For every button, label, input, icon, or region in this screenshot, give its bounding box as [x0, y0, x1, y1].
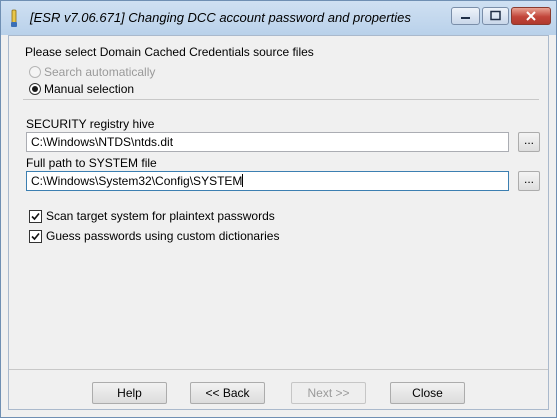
security-hive-browse-button[interactable]: ...	[518, 132, 540, 152]
radio-search-automatically[interactable]	[29, 66, 41, 78]
security-hive-label: SECURITY registry hive	[26, 117, 155, 131]
back-button[interactable]: << Back	[190, 382, 265, 404]
help-button[interactable]: Help	[92, 382, 167, 404]
guess-passwords-label: Guess passwords using custom dictionarie…	[46, 229, 280, 243]
system-file-browse-button[interactable]: ...	[518, 171, 540, 191]
scan-plaintext-checkbox[interactable]	[29, 210, 42, 223]
dialog-content: Please select Domain Cached Credentials …	[8, 35, 549, 410]
checkmark-icon	[31, 212, 40, 221]
system-file-label: Full path to SYSTEM file	[26, 156, 157, 170]
radio-search-automatically-label: Search automatically	[44, 65, 156, 79]
window-title: [ESR v7.06.671] Changing DCC account pas…	[30, 10, 411, 25]
dialog-window: [ESR v7.06.671] Changing DCC account pas…	[0, 0, 557, 418]
system-file-value: C:\Windows\System32\Config\SYSTEM	[31, 174, 243, 188]
close-button[interactable]: Close	[390, 382, 465, 404]
minimize-button[interactable]	[451, 7, 480, 25]
footer-divider	[9, 369, 548, 370]
minimize-icon	[461, 17, 470, 19]
source-group-title: Please select Domain Cached Credentials …	[25, 45, 314, 59]
radio-manual-selection[interactable]	[29, 83, 41, 95]
title-bar[interactable]: [ESR v7.06.671] Changing DCC account pas…	[1, 1, 556, 35]
checkmark-icon	[31, 232, 40, 241]
group-divider	[23, 99, 539, 100]
maximize-button[interactable]	[482, 7, 509, 25]
guess-passwords-checkbox[interactable]	[29, 230, 42, 243]
close-icon	[526, 11, 536, 21]
text-caret	[242, 174, 244, 187]
scan-plaintext-label: Scan target system for plaintext passwor…	[46, 209, 275, 223]
app-icon	[11, 9, 17, 27]
next-button[interactable]: Next >>	[291, 382, 366, 404]
close-window-button[interactable]	[511, 7, 551, 25]
radio-manual-selection-label: Manual selection	[44, 82, 135, 96]
security-hive-input[interactable]: C:\Windows\NTDS\ntds.dit	[26, 132, 509, 152]
system-file-input[interactable]: C:\Windows\System32\Config\SYSTEM	[26, 171, 509, 191]
maximize-icon	[490, 10, 501, 21]
